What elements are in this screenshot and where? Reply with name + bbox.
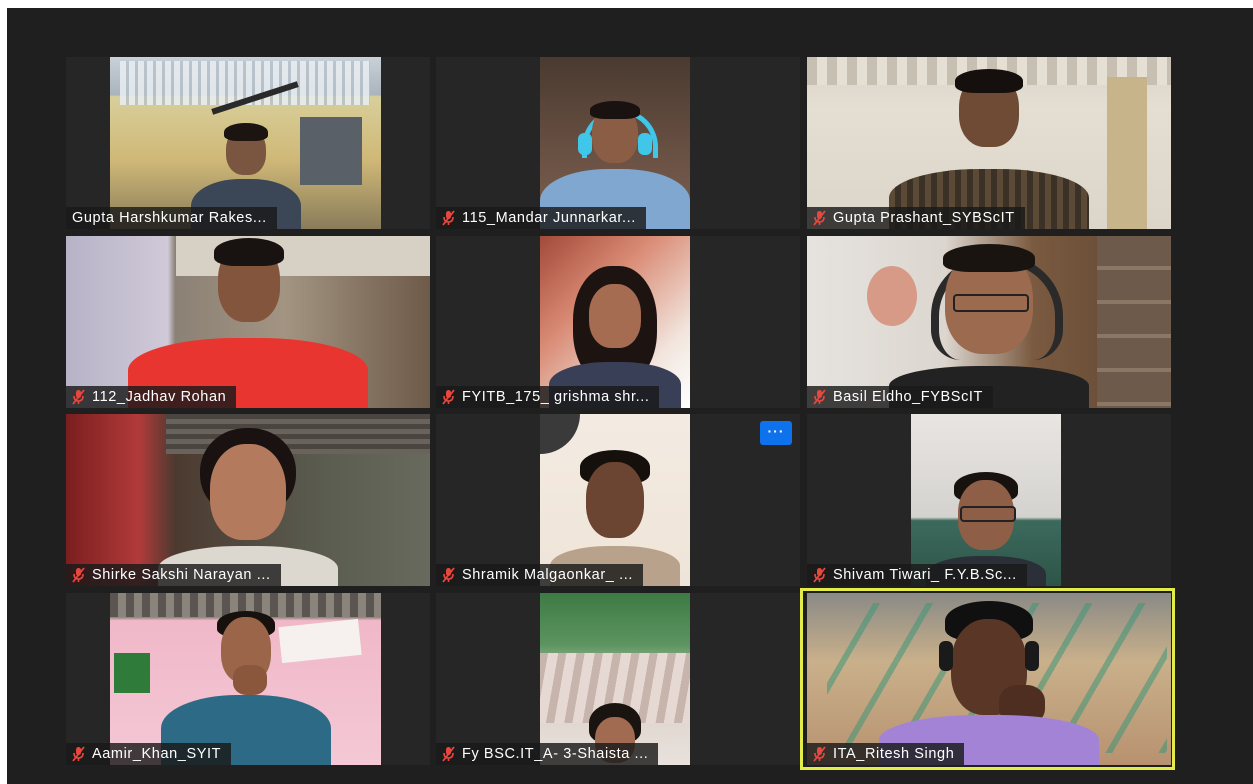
participant-tile[interactable]: Basil Eldho_FYBScIT — [807, 236, 1171, 408]
participant-video — [110, 57, 381, 229]
participant-tile[interactable]: Shirke Sakshi Narayan ... — [66, 414, 430, 586]
participant-tile[interactable]: FYITB_175_ grishma shr... — [436, 236, 800, 408]
mic-muted-icon — [72, 389, 85, 405]
participant-name: Gupta Prashant_SYBScIT — [833, 210, 1015, 226]
mic-muted-icon — [72, 567, 85, 583]
participant-name-tag: Shivam Tiwari_ F.Y.B.Sc... — [807, 564, 1027, 586]
participant-tile[interactable]: Fy BSC.IT_A- 3-Shaista ... — [436, 593, 800, 765]
participant-name: Aamir_Khan_SYIT — [92, 746, 222, 762]
participant-name-tag: Aamir_Khan_SYIT — [66, 743, 232, 765]
participant-video — [540, 236, 690, 408]
participant-tile[interactable]: Aamir_Khan_SYIT — [66, 593, 430, 765]
participant-name-tag: Gupta Prashant_SYBScIT — [807, 207, 1025, 229]
more-options-button[interactable]: ··· — [760, 421, 792, 445]
participant-name: Basil Eldho_FYBScIT — [833, 389, 984, 405]
participant-tile-active-speaker[interactable]: ITA_Ritesh Singh — [807, 593, 1171, 765]
participant-video — [66, 414, 430, 586]
participant-tile[interactable]: 115_Mandar Junnarkar... — [436, 57, 800, 229]
participant-name-tag: Fy BSC.IT_A- 3-Shaista ... — [436, 743, 659, 765]
participant-name: 112_Jadhav Rohan — [92, 389, 227, 405]
participant-tile[interactable]: Shramik Malgaonkar_ ... — [436, 414, 800, 586]
video-gallery: Gupta Harshkumar Rakes... 115_Mandar Jun… — [7, 8, 1253, 784]
participant-name-tag: FYITB_175_ grishma shr... — [436, 386, 660, 408]
participant-video — [807, 593, 1171, 765]
mic-muted-icon — [442, 210, 455, 226]
mic-muted-icon — [813, 389, 826, 405]
participant-tile[interactable]: Gupta Harshkumar Rakes... — [66, 57, 430, 229]
participant-name: Fy BSC.IT_A- 3-Shaista ... — [462, 746, 649, 762]
participant-video — [540, 57, 690, 229]
mic-muted-icon — [813, 210, 826, 226]
participant-name: 115_Mandar Junnarkar... — [462, 210, 636, 226]
participant-name: Shramik Malgaonkar_ ... — [462, 567, 633, 583]
mic-muted-icon — [442, 389, 455, 405]
participant-name: ITA_Ritesh Singh — [833, 746, 955, 762]
mic-muted-icon — [813, 567, 826, 583]
mic-muted-icon — [72, 746, 85, 762]
mic-muted-icon — [442, 567, 455, 583]
participant-name-tag: Gupta Harshkumar Rakes... — [66, 207, 277, 229]
participant-name-tag: Shirke Sakshi Narayan ... — [66, 564, 281, 586]
participant-video — [807, 236, 1171, 408]
mic-muted-icon — [442, 746, 455, 762]
participant-tile[interactable]: Gupta Prashant_SYBScIT — [807, 57, 1171, 229]
participant-video — [911, 414, 1061, 586]
participant-name: Shirke Sakshi Narayan ... — [92, 567, 271, 583]
mic-muted-icon — [813, 746, 826, 762]
participant-video — [110, 593, 381, 765]
participant-name: Shivam Tiwari_ F.Y.B.Sc... — [833, 567, 1017, 583]
participant-name-tag: Basil Eldho_FYBScIT — [807, 386, 994, 408]
participant-tile[interactable]: 112_Jadhav Rohan — [66, 236, 430, 408]
participant-name-tag: 115_Mandar Junnarkar... — [436, 207, 646, 229]
participant-tile[interactable]: Shivam Tiwari_ F.Y.B.Sc... — [807, 414, 1171, 586]
participant-name: FYITB_175_ grishma shr... — [462, 389, 650, 405]
participant-name-tag: Shramik Malgaonkar_ ... — [436, 564, 643, 586]
participant-name-tag: 112_Jadhav Rohan — [66, 386, 237, 408]
participant-video — [66, 236, 430, 408]
participant-video — [540, 414, 690, 586]
participant-name-tag: ITA_Ritesh Singh — [807, 743, 965, 765]
participant-name: Gupta Harshkumar Rakes... — [72, 210, 267, 226]
participant-video — [807, 57, 1171, 229]
participant-video — [540, 593, 690, 765]
